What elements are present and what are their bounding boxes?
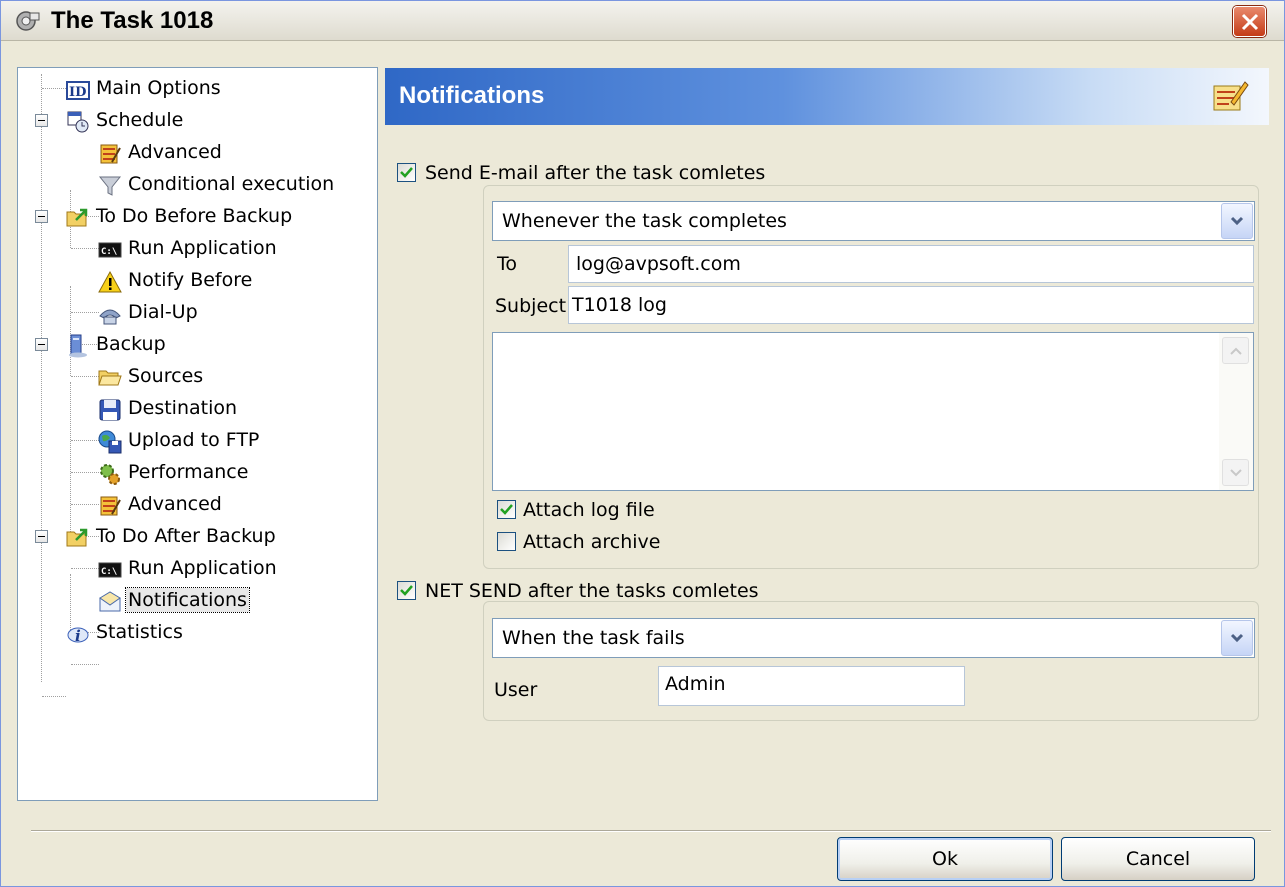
folder-arrow-icon xyxy=(66,208,88,227)
svg-text:i: i xyxy=(75,627,81,645)
svg-text:C:\: C:\ xyxy=(101,247,117,257)
tree-item-label: Notify Before xyxy=(128,269,253,291)
tree-item-label: Run Application xyxy=(128,237,277,259)
tree-item-label: Conditional execution xyxy=(128,173,335,195)
folder-arrow-icon xyxy=(66,528,88,547)
advanced-settings-icon xyxy=(100,144,121,164)
console-icon: C:\ xyxy=(98,562,122,578)
net-send-label: NET SEND after the tasks comletes xyxy=(425,580,759,602)
tree-item-label: Dial-Up xyxy=(128,301,198,323)
backup-expander[interactable] xyxy=(35,338,48,351)
tree-item-label: Upload to FTP xyxy=(128,429,260,451)
close-button[interactable] xyxy=(1233,6,1266,37)
checkmark-icon xyxy=(400,167,413,178)
svg-text:C:\: C:\ xyxy=(101,567,117,577)
user-value: Admin xyxy=(665,673,726,695)
send-email-label: Send E-mail after the task comletes xyxy=(425,162,766,184)
after-backup-expander[interactable] xyxy=(35,530,48,543)
chevron-down-icon xyxy=(1230,216,1244,226)
email-when-dropdown[interactable]: Whenever the task completes xyxy=(492,201,1255,241)
email-body-scrollbar[interactable] xyxy=(1219,333,1253,490)
net-send-when-dropdown-button[interactable] xyxy=(1221,620,1253,656)
svg-text:ID: ID xyxy=(69,85,86,100)
attach-archive-label: Attach archive xyxy=(523,531,661,553)
user-field[interactable]: Admin xyxy=(658,666,965,706)
cancel-button[interactable]: Cancel xyxy=(1061,837,1255,881)
net-send-checkbox[interactable] xyxy=(397,581,416,600)
tree-item-label: To Do Before Backup xyxy=(96,205,293,227)
chevron-down-icon xyxy=(1230,469,1242,477)
to-field[interactable]: log@avpsoft.com xyxy=(568,245,1254,283)
edit-notes-icon xyxy=(1213,81,1249,111)
id-icon: ID xyxy=(66,81,90,100)
globe-disk-icon xyxy=(98,430,122,454)
ok-button[interactable]: Ok xyxy=(837,837,1053,881)
before-backup-expander[interactable] xyxy=(35,210,48,223)
tree-item-label: To Do After Backup xyxy=(96,525,276,547)
email-body-textarea[interactable] xyxy=(492,332,1254,491)
gear-task-icon xyxy=(16,11,40,31)
tree-item-label: Notifications xyxy=(125,587,250,613)
info-icon: i xyxy=(67,627,89,645)
folder-open-icon xyxy=(98,370,122,386)
calendar-clock-icon xyxy=(67,111,89,133)
attach-log-label: Attach log file xyxy=(523,499,655,521)
net-send-when-value: When the task fails xyxy=(502,627,685,649)
attach-archive-checkbox[interactable] xyxy=(497,532,516,551)
window-title: The Task 1018 xyxy=(51,7,214,34)
net-send-when-dropdown[interactable]: When the task fails xyxy=(492,618,1255,658)
tree-item-label: Destination xyxy=(128,397,238,419)
options-tree: ID Main Options Schedule Advanced Condit… xyxy=(17,67,378,801)
tree-item-label: Advanced xyxy=(128,141,222,163)
task-window: The Task 1018 ID Main Options Schedule A… xyxy=(0,0,1285,887)
footer-divider xyxy=(31,830,1271,832)
chevron-down-icon xyxy=(1230,633,1244,643)
subject-label: Subject xyxy=(495,295,567,317)
envelope-icon xyxy=(99,591,121,612)
tree-item-label: Run Application xyxy=(128,557,277,579)
advanced-settings-icon xyxy=(100,496,121,516)
to-label: To xyxy=(497,253,518,275)
dialup-icon xyxy=(99,309,121,325)
email-when-value: Whenever the task completes xyxy=(502,210,787,232)
computer-icon xyxy=(69,334,87,358)
to-value: log@avpsoft.com xyxy=(576,253,741,275)
subject-value: T1018 log xyxy=(572,294,667,316)
tree-item-label: Statistics xyxy=(96,621,183,643)
schedule-expander[interactable] xyxy=(35,114,48,127)
attach-log-checkbox[interactable] xyxy=(497,500,516,519)
tree-item-label: Advanced xyxy=(128,493,222,515)
close-icon xyxy=(1241,13,1259,31)
tree-item-label: Schedule xyxy=(96,109,184,131)
checkmark-icon xyxy=(400,585,413,596)
chevron-up-icon xyxy=(1230,347,1242,355)
scroll-down-button[interactable] xyxy=(1222,459,1249,486)
gears-icon xyxy=(100,464,120,485)
send-email-checkbox[interactable] xyxy=(397,163,416,182)
tree-item-label: Main Options xyxy=(96,77,221,99)
panel-header: Notifications xyxy=(385,68,1269,125)
floppy-disk-icon xyxy=(99,399,121,421)
panel-title: Notifications xyxy=(399,82,545,109)
subject-field[interactable]: T1018 log xyxy=(568,286,1254,324)
user-label: User xyxy=(494,679,538,701)
title-bar: The Task 1018 xyxy=(1,1,1284,41)
console-icon: C:\ xyxy=(98,242,122,258)
scroll-up-button[interactable] xyxy=(1222,337,1249,364)
tree-item-label: Backup xyxy=(96,333,166,355)
tree-item-label: Sources xyxy=(128,365,204,387)
funnel-icon xyxy=(98,176,122,196)
warning-icon xyxy=(98,270,122,293)
email-when-dropdown-button[interactable] xyxy=(1221,203,1253,239)
checkmark-icon xyxy=(500,504,513,515)
tree-item-label: Performance xyxy=(128,461,249,483)
